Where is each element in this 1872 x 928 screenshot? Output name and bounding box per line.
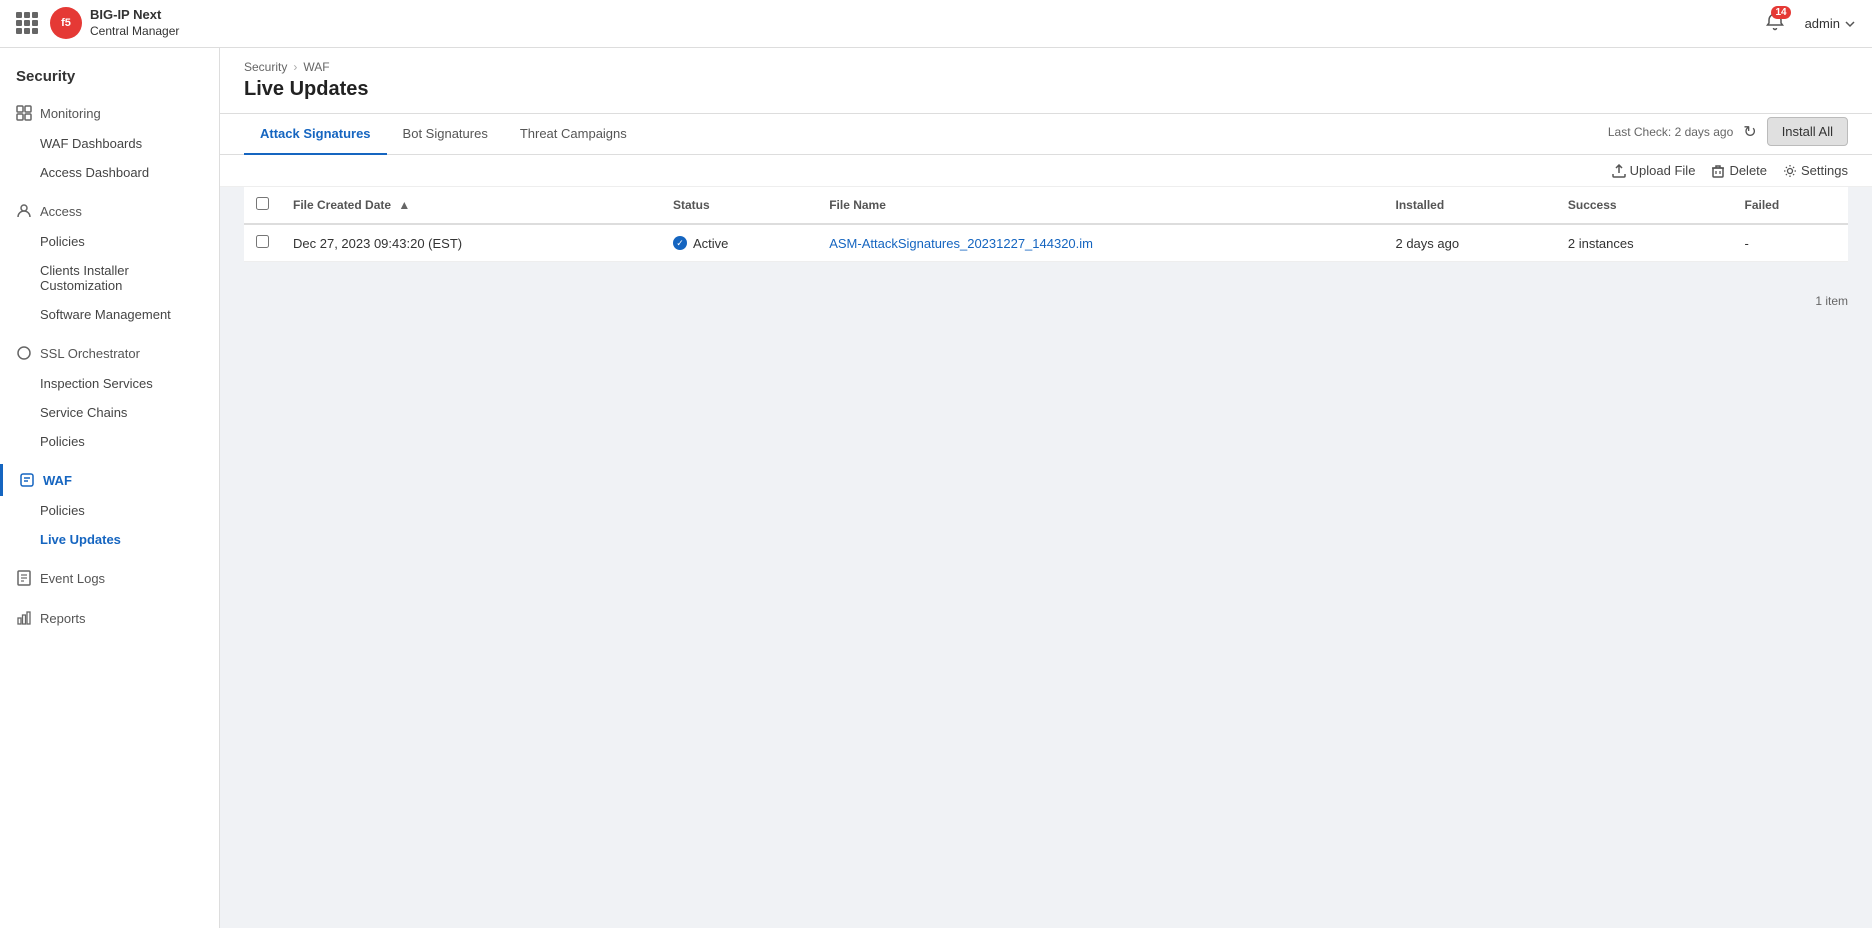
sort-icon: ▲ [398,198,410,212]
cell-installed: 2 days ago [1383,224,1555,262]
toolbar: Last Check: 2 days ago ↻ Install All [1608,117,1848,154]
tab-threat-campaigns[interactable]: Threat Campaigns [504,114,643,155]
row-checkbox-cell [244,224,281,262]
event-logs-label: Event Logs [40,571,105,586]
refresh-button[interactable]: ↻ [1743,122,1756,142]
sidebar-item-waf-dashboards[interactable]: WAF Dashboards [0,129,219,158]
sidebar-item-inspection-services[interactable]: Inspection Services [0,369,219,398]
topbar-right: 14 admin [1761,8,1856,39]
sidebar: Security Monitoring WAF Dashboards Acces… [0,48,220,928]
event-logs-icon [16,570,32,586]
content-area: Security › WAF Live Updates Attack Signa… [220,48,1872,928]
sidebar-group-header-monitoring[interactable]: Monitoring [0,97,219,129]
tab-bot-signatures[interactable]: Bot Signatures [387,114,504,155]
notification-button[interactable]: 14 [1761,8,1789,39]
waf-icon [19,472,35,488]
monitoring-label: Monitoring [40,106,101,121]
ssl-label: SSL Orchestrator [40,346,140,361]
sidebar-group-monitoring: Monitoring WAF Dashboards Access Dashboa… [0,97,219,187]
delete-icon [1711,164,1725,178]
tab-attack-signatures[interactable]: Attack Signatures [244,114,387,155]
file-name-link[interactable]: ASM-AttackSignatures_20231227_144320.im [829,236,1093,251]
reports-label: Reports [40,611,86,626]
reports-icon [16,610,32,626]
waf-label: WAF [43,473,72,488]
table-container: File Created Date ▲ Status File Name Ins… [220,187,1872,286]
col-header-status[interactable]: Status [661,187,817,224]
cell-success: 2 instances [1556,224,1733,262]
col-header-success[interactable]: Success [1556,187,1733,224]
sidebar-section-title: Security [0,64,219,97]
logo-icon: f5 [50,7,82,39]
notification-badge: 14 [1771,6,1790,19]
breadcrumb-waf: WAF [303,60,329,74]
sidebar-group-ssl: SSL Orchestrator Inspection Services Ser… [0,337,219,456]
page-title: Live Updates [244,78,1848,101]
sidebar-item-software-mgmt[interactable]: Software Management [0,300,219,329]
sidebar-item-policies-access[interactable]: Policies [0,227,219,256]
access-label: Access [40,204,82,219]
table-header-row: File Created Date ▲ Status File Name Ins… [244,187,1848,224]
col-header-installed[interactable]: Installed [1383,187,1555,224]
sidebar-group-header-access[interactable]: Access [0,195,219,227]
logo-text: BIG-IP Next Central Manager [90,7,179,39]
footer-count: 1 item [220,286,1872,316]
cell-file-created-date: Dec 27, 2023 09:43:20 (EST) [281,224,661,262]
sidebar-item-clients-installer[interactable]: Clients Installer Customization [0,256,219,300]
sidebar-item-waf-policies[interactable]: Policies [0,496,219,525]
table-row: Dec 27, 2023 09:43:20 (EST) Active ASM-A… [244,224,1848,262]
settings-icon [1783,164,1797,178]
monitoring-icon [16,105,32,121]
sidebar-group-header-event-logs[interactable]: Event Logs [0,562,219,594]
tabs-toolbar-row: Attack Signatures Bot Signatures Threat … [220,114,1872,155]
chevron-down-icon [1844,18,1856,30]
ssl-icon [16,345,32,361]
status-text: Active [693,236,728,251]
sidebar-group-waf: WAF Policies Live Updates [0,464,219,554]
sidebar-group-header-reports[interactable]: Reports [0,602,219,634]
sidebar-item-live-updates[interactable]: Live Updates [0,525,219,554]
topbar: f5 BIG-IP Next Central Manager 14 admin [0,0,1872,48]
sidebar-group-header-ssl[interactable]: SSL Orchestrator [0,337,219,369]
cell-status: Active [661,224,817,262]
topbar-left: f5 BIG-IP Next Central Manager [16,7,179,39]
col-header-failed[interactable]: Failed [1732,187,1848,224]
sidebar-group-access: Access Policies Clients Installer Custom… [0,195,219,329]
status-active: Active [673,236,805,251]
settings-button[interactable]: Settings [1783,163,1848,178]
sidebar-group-event-logs: Event Logs [0,562,219,594]
col-header-file-name[interactable]: File Name [817,187,1383,224]
cell-failed: - [1732,224,1848,262]
col-header-file-created-date[interactable]: File Created Date ▲ [281,187,661,224]
breadcrumb: Security › WAF [244,60,1848,74]
table-body: Dec 27, 2023 09:43:20 (EST) Active ASM-A… [244,224,1848,262]
tabs-bar: Attack Signatures Bot Signatures Threat … [244,114,1608,154]
select-all-header [244,187,281,224]
install-all-button[interactable]: Install All [1767,117,1848,146]
upload-file-button[interactable]: Upload File [1612,163,1696,178]
breadcrumb-security: Security [244,60,287,74]
breadcrumb-separator: › [293,60,297,74]
last-check-label: Last Check: 2 days ago [1608,125,1733,139]
sidebar-item-access-dashboard[interactable]: Access Dashboard [0,158,219,187]
data-table: File Created Date ▲ Status File Name Ins… [244,187,1848,262]
content-header: Security › WAF Live Updates [220,48,1872,114]
grid-menu-button[interactable] [16,12,38,34]
access-icon [16,203,32,219]
sidebar-group-header-waf[interactable]: WAF [0,464,219,496]
delete-button[interactable]: Delete [1711,163,1767,178]
status-dot [673,236,687,250]
select-all-checkbox[interactable] [256,197,269,210]
main-layout: Security Monitoring WAF Dashboards Acces… [0,48,1872,928]
sidebar-item-service-chains[interactable]: Service Chains [0,398,219,427]
cell-file-name: ASM-AttackSignatures_20231227_144320.im [817,224,1383,262]
grid-menu-icon [16,12,38,34]
admin-menu-button[interactable]: admin [1805,16,1856,31]
action-row: Upload File Delete Settings [220,155,1872,187]
row-checkbox[interactable] [256,235,269,248]
logo-area: f5 BIG-IP Next Central Manager [50,7,179,39]
upload-icon [1612,164,1626,178]
sidebar-group-reports: Reports [0,602,219,634]
sidebar-item-policies-ssl[interactable]: Policies [0,427,219,456]
